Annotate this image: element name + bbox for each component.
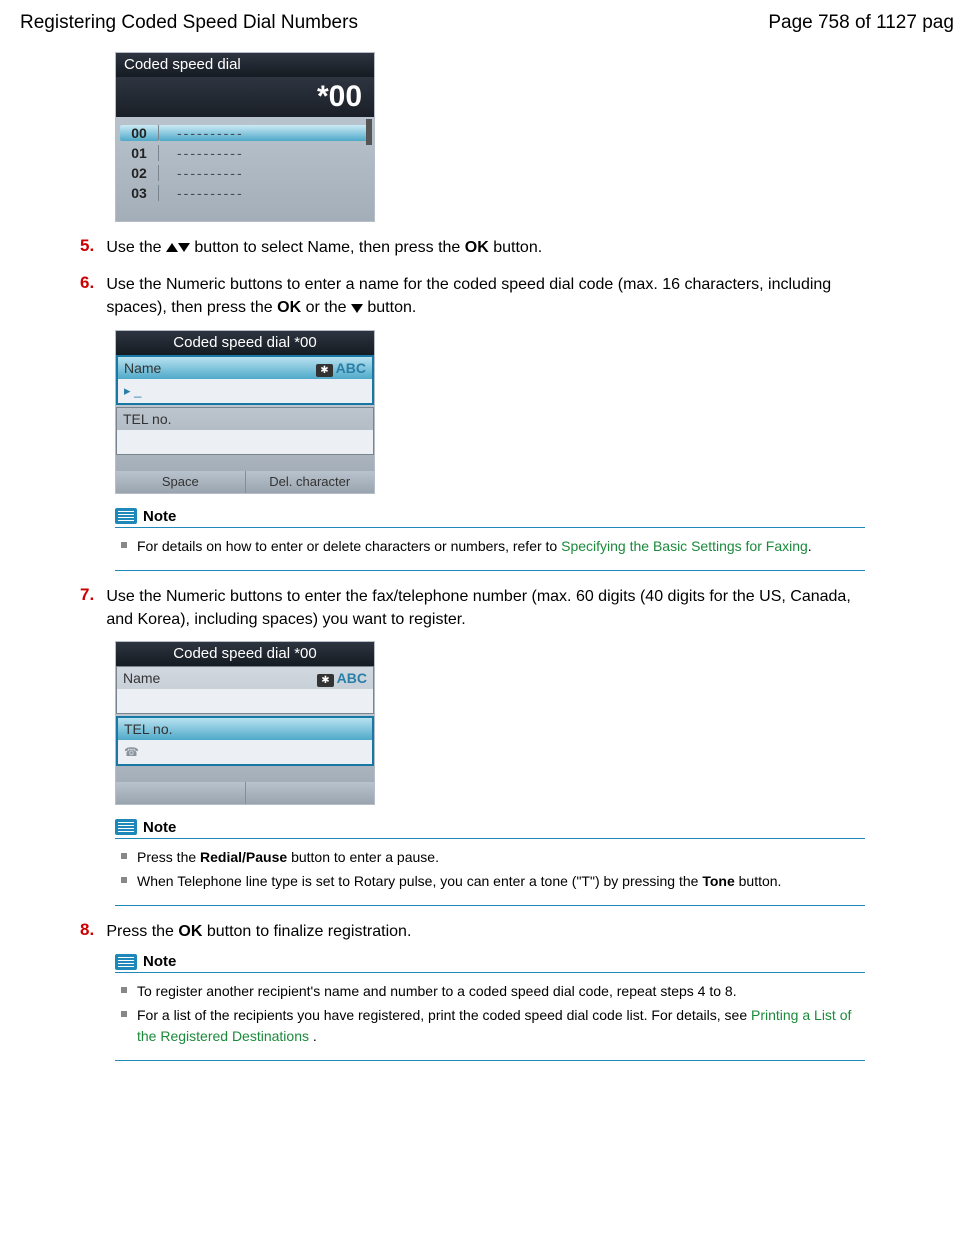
page-header: Registering Coded Speed Dial Numbers Pag… (20, 12, 954, 34)
step-8: 8. Press the OK button to finalize regis… (80, 920, 954, 943)
list-row: 02---------- (120, 163, 370, 183)
lcd-screenshot-tel-entry: Coded speed dial *00 Name ✱ ABC TEL no. ☎ (115, 641, 375, 805)
step-7: 7. Use the Numeric buttons to enter the … (80, 585, 954, 631)
space-button-label: Space (116, 471, 246, 493)
step-number: 6. (80, 273, 94, 293)
lcd-current-code: *00 (116, 77, 374, 117)
note-icon (115, 954, 137, 970)
name-field: Name ✱ ABC (116, 666, 374, 714)
step-5: 5. Use the button to select Name, then p… (80, 236, 954, 259)
page-number: Page 758 of 1127 pages (768, 12, 954, 34)
note-block: Note Press the Redial/Pause button to en… (115, 819, 865, 906)
note-heading: Note (143, 819, 176, 836)
note-heading: Note (143, 508, 176, 525)
lcd-footer: Space Del. character (116, 471, 374, 493)
lcd-title: Coded speed dial *00 (116, 642, 374, 666)
note-item: When Telephone line type is set to Rotar… (137, 871, 865, 892)
input-mode: ABC (336, 360, 366, 376)
note-item: To register another recipient's name and… (137, 981, 865, 1002)
lcd-footer (116, 782, 374, 804)
note-block: Note To register another recipient's nam… (115, 953, 865, 1061)
list-row: 01---------- (120, 143, 370, 163)
tel-label: TEL no. (124, 721, 173, 737)
step-6: 6. Use the Numeric buttons to enter a na… (80, 273, 954, 319)
down-arrow-icon (178, 243, 190, 252)
note-item: Press the Redial/Pause button to enter a… (137, 847, 865, 868)
step-text: Use the Numeric buttons to enter a name … (106, 273, 866, 319)
name-field: Name ✱ ABC ▸ _ (116, 355, 374, 405)
step-text: Use the Numeric buttons to enter the fax… (106, 585, 866, 631)
tel-label: TEL no. (123, 411, 172, 427)
row-code: 00 (120, 125, 159, 141)
lcd-title: Coded speed dial (116, 53, 374, 77)
up-arrow-icon (166, 243, 178, 252)
del-char-button-label: Del. character (246, 471, 375, 493)
lcd-title: Coded speed dial *00 (116, 331, 374, 355)
page-title: Registering Coded Speed Dial Numbers (20, 12, 358, 34)
tel-field: TEL no. ☎ (116, 716, 374, 766)
down-arrow-icon (351, 304, 363, 313)
star-mode-icon: ✱ (316, 364, 332, 377)
row-code: 02 (120, 165, 159, 181)
text-cursor: ▸ _ (124, 383, 141, 399)
step-number: 7. (80, 585, 94, 605)
input-mode: ABC (337, 670, 367, 686)
row-code: 01 (120, 145, 159, 161)
row-value: ---------- (159, 165, 370, 181)
tel-field: TEL no. (116, 407, 374, 455)
name-label: Name (123, 670, 160, 686)
step-number: 5. (80, 236, 94, 256)
note-item: For details on how to enter or delete ch… (137, 536, 865, 557)
lcd-screenshot-list: Coded speed dial *00 00----------01-----… (115, 52, 375, 222)
lcd-screenshot-name-entry: Coded speed dial *00 Name ✱ ABC ▸ _ TEL n… (115, 330, 375, 494)
note-block: Note For details on how to enter or dele… (115, 508, 865, 571)
step-text: Use the button to select Name, then pres… (106, 236, 866, 259)
name-label: Name (124, 360, 161, 376)
star-mode-icon: ✱ (317, 674, 333, 687)
row-value: ---------- (159, 145, 370, 161)
step-text: Press the OK button to finalize registra… (106, 920, 866, 943)
note-icon (115, 819, 137, 835)
note-heading: Note (143, 953, 176, 970)
row-value: ---------- (159, 125, 370, 141)
row-code: 03 (120, 185, 159, 201)
scrollbar-thumb (366, 119, 372, 145)
list-row: 03---------- (120, 183, 370, 203)
step-number: 8. (80, 920, 94, 940)
lcd-code-list: 00----------01----------02----------03--… (116, 117, 374, 221)
note-icon (115, 508, 137, 524)
phone-icon: ☎ (124, 745, 139, 759)
list-row: 00---------- (120, 123, 370, 143)
row-value: ---------- (159, 185, 370, 201)
link-basic-settings-faxing[interactable]: Specifying the Basic Settings for Faxing (561, 538, 808, 554)
note-item: For a list of the recipients you have re… (137, 1005, 865, 1047)
